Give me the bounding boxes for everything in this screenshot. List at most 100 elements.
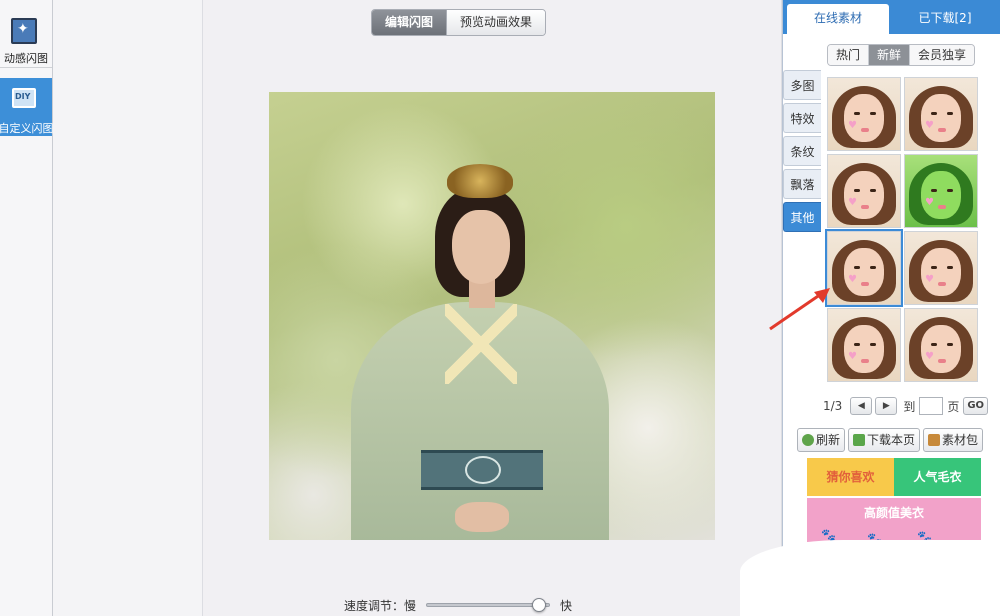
speed-slow-label: 慢 <box>404 598 417 613</box>
category-tabs: 多图 特效 条纹 飘落 其他 <box>783 70 821 235</box>
subtab-fresh[interactable]: 新鲜 <box>868 45 910 65</box>
thumb-face <box>921 171 961 219</box>
heart-icon: ♥ <box>925 197 934 208</box>
thumb-eye <box>931 266 937 269</box>
action-bar: 刷新 下载本页 素材包 <box>797 428 984 452</box>
thumb-lips <box>938 282 946 286</box>
speed-slider[interactable] <box>426 598 551 612</box>
thumb-eye <box>931 112 937 115</box>
tool-custom-flash[interactable]: DIY 自定义闪图 <box>0 78 54 136</box>
refresh-label: 刷新 <box>816 433 841 447</box>
material-thumbnail[interactable]: ♥ <box>904 308 978 382</box>
speed-slider-thumb[interactable] <box>531 598 546 612</box>
thumb-face <box>921 248 961 296</box>
thumb-eye <box>854 112 860 115</box>
download-page-button[interactable]: 下载本页 <box>848 428 921 452</box>
panel-tabs: 在线素材 已下载[2] <box>783 0 1000 34</box>
category-multi-image[interactable]: 多图 <box>783 70 821 100</box>
thumb-eye <box>870 266 876 269</box>
prev-page-button[interactable]: ◀ <box>850 397 873 415</box>
material-pack-label: 素材包 <box>942 433 979 447</box>
material-thumbnail[interactable]: ♥ <box>904 77 978 151</box>
speed-label: 速度调节： <box>344 598 405 613</box>
heart-icon: ♥ <box>848 274 857 285</box>
banner-popular-sweaters[interactable]: 人气毛衣 <box>894 458 981 496</box>
next-page-button[interactable]: ▶ <box>875 397 898 415</box>
material-panel: 在线素材 已下载[2] 热门 新鲜 会员独享 多图 特效 条纹 飘落 其他 ♥ ♥… <box>782 0 1000 616</box>
thumb-eye <box>947 189 953 192</box>
heart-icon: ♥ <box>848 197 857 208</box>
thumb-lips <box>938 128 946 132</box>
sparkle-frame-icon: ✦ <box>11 18 37 44</box>
tab-downloaded[interactable]: 已下载[2] <box>893 4 997 34</box>
thumb-face <box>921 94 961 142</box>
subtab-hot[interactable]: 热门 <box>828 45 869 65</box>
go-button[interactable]: GO <box>963 397 989 415</box>
heart-icon: ♥ <box>925 274 934 285</box>
thumb-lips <box>938 205 946 209</box>
refresh-icon <box>802 434 814 446</box>
thumb-eye <box>870 343 876 346</box>
thumb-eye <box>854 266 860 269</box>
thumb-eye <box>947 343 953 346</box>
thumb-eye <box>931 189 937 192</box>
thumb-face <box>844 325 884 373</box>
package-icon <box>928 434 941 446</box>
tool-label: 自定义闪图 <box>0 122 54 135</box>
pager: 1/3 ◀ ▶ 到 页 GO <box>823 396 989 416</box>
thumb-lips <box>861 359 869 363</box>
white-overlay-shape <box>740 540 1000 616</box>
banner-high-style-clothes[interactable]: 高颜值美衣 🐾 🐾 🐾 <box>807 498 981 546</box>
heart-icon: ♥ <box>925 351 934 362</box>
canvas-photo[interactable] <box>269 92 715 540</box>
tab-online-material[interactable]: 在线素材 <box>787 4 889 34</box>
heart-icon: ♥ <box>848 120 857 131</box>
thumb-eye <box>931 343 937 346</box>
banner-bottom-label: 高颜值美衣 <box>863 506 924 520</box>
category-effects[interactable]: 特效 <box>783 103 821 133</box>
material-thumbnail[interactable]: ♥ <box>904 231 978 305</box>
material-thumbnail[interactable]: ♥ <box>827 308 901 382</box>
thumb-lips <box>861 128 869 132</box>
material-thumbnail[interactable]: ♥ <box>904 154 978 228</box>
banner-guess-you-like[interactable]: 猜你喜欢 <box>807 458 894 496</box>
speed-fast-label: 快 <box>560 598 573 613</box>
thumb-lips <box>938 359 946 363</box>
mode-toggle: 编辑闪图 预览动画效果 <box>371 9 547 36</box>
thumb-face <box>844 171 884 219</box>
category-falling[interactable]: 飘落 <box>783 169 821 199</box>
material-thumbnail[interactable]: ♥ <box>827 154 901 228</box>
page-suffix-label: 页 <box>947 399 960 414</box>
material-thumbnail[interactable]: ♥ <box>827 77 901 151</box>
refresh-button[interactable]: 刷新 <box>797 428 846 452</box>
thumb-lips <box>861 282 869 286</box>
tool-motion-flash[interactable]: ✦ 动感闪图 <box>0 0 52 68</box>
thumb-eye <box>870 189 876 192</box>
photo-collar <box>445 304 517 384</box>
material-thumbnail[interactable]: ♥ <box>825 229 903 307</box>
material-subtabs: 热门 新鲜 会员独享 <box>827 44 976 66</box>
category-stripes[interactable]: 条纹 <box>783 136 821 166</box>
photo-belt-pattern <box>465 456 501 484</box>
heart-icon: ♥ <box>925 120 934 131</box>
photo-headdress <box>447 164 513 198</box>
preview-animation-button[interactable]: 预览动画效果 <box>446 10 546 35</box>
speed-control: 速度调节： 慢 快 <box>344 597 572 613</box>
left-tool-strip: ✦ 动感闪图 DIY 自定义闪图 <box>0 0 54 616</box>
thumb-face <box>844 94 884 142</box>
subtab-vip[interactable]: 会员独享 <box>909 45 975 65</box>
thumb-eye <box>947 112 953 115</box>
photo-face <box>452 210 510 284</box>
thumb-eye <box>870 112 876 115</box>
download-icon <box>853 434 866 446</box>
heart-icon: ♥ <box>848 351 857 362</box>
ad-banners: 猜你喜欢 人气毛衣 高颜值美衣 🐾 🐾 🐾 <box>807 458 981 546</box>
page-number-input[interactable] <box>919 397 944 415</box>
goto-label: 到 <box>903 399 916 414</box>
thumb-face <box>844 248 884 296</box>
material-pack-button[interactable]: 素材包 <box>923 428 984 452</box>
category-other[interactable]: 其他 <box>783 202 821 232</box>
edit-flash-button[interactable]: 编辑闪图 <box>372 10 447 35</box>
thumb-eye <box>947 266 953 269</box>
thumb-eye <box>854 189 860 192</box>
